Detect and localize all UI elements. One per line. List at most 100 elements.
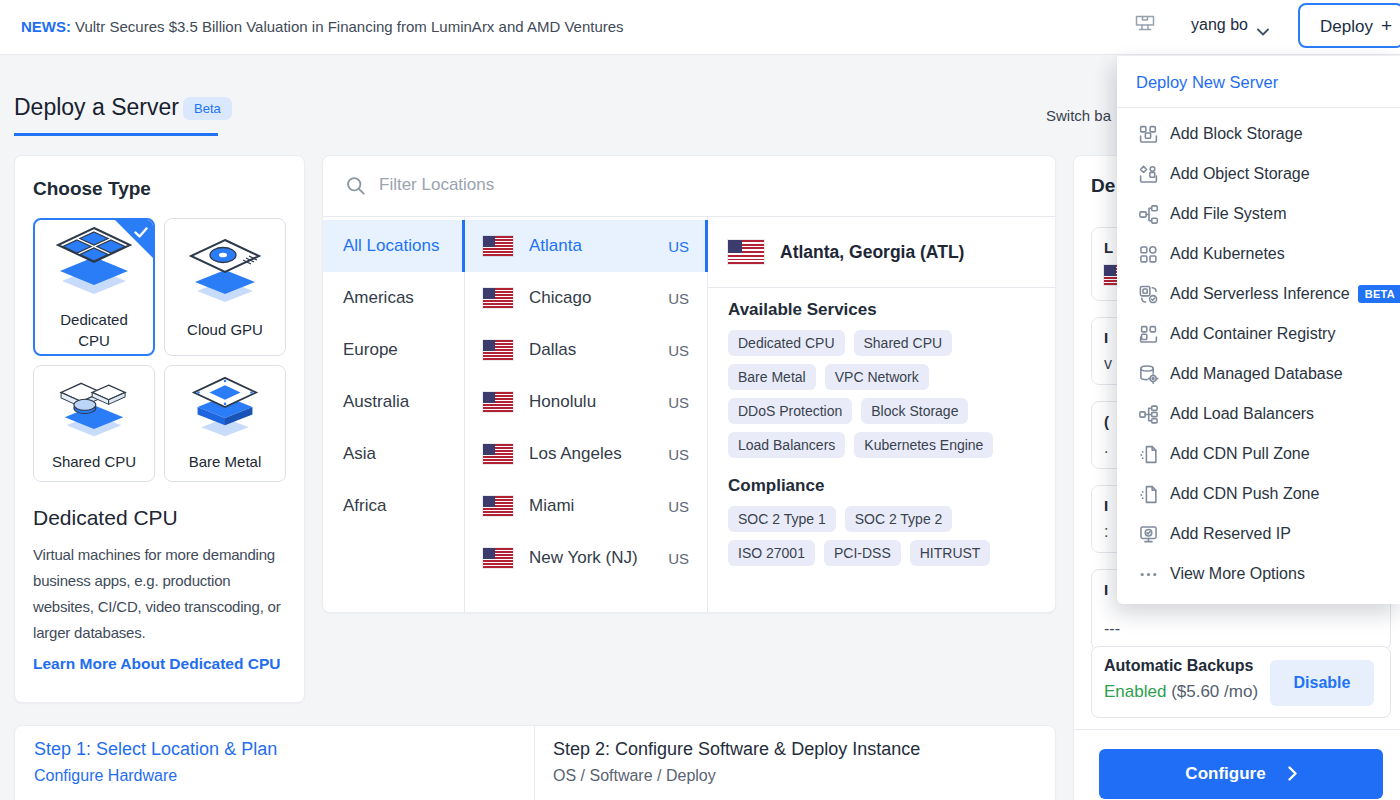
divider bbox=[1074, 729, 1400, 730]
region-item[interactable]: All Locations bbox=[323, 220, 464, 272]
available-services-heading: Available Services bbox=[728, 300, 1037, 320]
serverless-inference-icon bbox=[1136, 282, 1160, 306]
menu-item[interactable]: Add Block Storage bbox=[1117, 114, 1400, 154]
locations-panel: Filter Locations All LocationsAmericasEu… bbox=[322, 155, 1056, 613]
service-chip: Bare Metal bbox=[728, 364, 816, 390]
service-chip: Block Storage bbox=[861, 398, 968, 424]
bare-metal-icon bbox=[181, 376, 269, 444]
menu-item[interactable]: Add CDN Push Zone bbox=[1117, 474, 1400, 514]
chevron-down-icon[interactable] bbox=[1257, 22, 1269, 40]
billing-icon[interactable] bbox=[1133, 12, 1157, 40]
top-bar: NEWS: Vultr Secures $3.5 Billion Valuati… bbox=[0, 0, 1400, 55]
location-detail-header: Atlanta, Georgia (ATL) bbox=[708, 217, 1056, 288]
compliance-chip: ISO 27001 bbox=[728, 540, 815, 566]
news-headline[interactable]: Vultr Secures $3.5 Billion Valuation in … bbox=[75, 18, 624, 35]
deploy-menu-items: Add Block Storage Add Object Storage Add… bbox=[1117, 108, 1400, 594]
compliance-chip: HITRUST bbox=[910, 540, 991, 566]
menu-item[interactable]: Add Serverless Inference BETA bbox=[1117, 274, 1400, 314]
step-1-tab[interactable]: Step 1: Select Location & Plan Configure… bbox=[34, 739, 277, 785]
city-item[interactable]: New York (NJ)US bbox=[465, 532, 707, 584]
title-underline bbox=[14, 133, 218, 136]
cdn-pull-zone-icon bbox=[1136, 442, 1160, 466]
service-chip: Load Balancers bbox=[728, 432, 845, 458]
filter-locations-placeholder: Filter Locations bbox=[379, 175, 494, 195]
beta-badge: Beta bbox=[183, 97, 232, 120]
menu-item[interactable]: Add CDN Pull Zone bbox=[1117, 434, 1400, 474]
location-title: Atlanta, Georgia (ATL) bbox=[780, 242, 964, 263]
step-2-tab[interactable]: Step 2: Configure Software & Deploy Inst… bbox=[553, 739, 920, 785]
city-item[interactable]: ChicagoUS bbox=[465, 272, 707, 324]
user-menu[interactable]: yang bo bbox=[1191, 16, 1248, 34]
region-item[interactable]: Asia bbox=[323, 428, 464, 480]
type-card-shared-cpu[interactable]: Shared CPU bbox=[33, 365, 155, 482]
type-card-dedicated-cpu[interactable]: Dedicated CPU bbox=[33, 218, 155, 356]
service-chip: Kubernetes Engine bbox=[854, 432, 993, 458]
steps-bar: Step 1: Select Location & Plan Configure… bbox=[14, 725, 1056, 800]
menu-item[interactable]: Add Kubernetes bbox=[1117, 234, 1400, 274]
type-label: Shared CPU bbox=[52, 451, 136, 472]
compliance-heading: Compliance bbox=[728, 476, 1037, 496]
services-chips: Dedicated CPU Shared CPU Bare Metal VPC Net… bbox=[728, 330, 1037, 466]
load-balancers-icon bbox=[1136, 402, 1160, 426]
us-flag-icon bbox=[483, 496, 513, 516]
service-chip: Dedicated CPU bbox=[728, 330, 845, 356]
compliance-chip: SOC 2 Type 2 bbox=[845, 506, 953, 532]
city-item[interactable]: DallasUS bbox=[465, 324, 707, 376]
container-registry-icon bbox=[1136, 322, 1160, 346]
us-flag-icon bbox=[483, 444, 513, 464]
compliance-chips: SOC 2 Type 1SOC 2 Type 2ISO 27001PCI-DSS… bbox=[728, 506, 1037, 574]
menu-item[interactable]: Add Object Storage bbox=[1117, 154, 1400, 194]
type-card-cloud-gpu[interactable]: Cloud GPU bbox=[164, 218, 286, 356]
filter-locations-field[interactable]: Filter Locations bbox=[323, 156, 1055, 217]
type-label: Dedicated CPU bbox=[47, 309, 141, 351]
us-flag-icon bbox=[483, 392, 513, 412]
cloud-gpu-icon bbox=[181, 234, 269, 312]
page-title: Deploy a Server bbox=[14, 94, 179, 121]
service-chip: VPC Network bbox=[825, 364, 929, 390]
region-item[interactable]: Africa bbox=[323, 480, 464, 532]
deploy-dropdown-menu: Deploy New Server Add Block Storage Add … bbox=[1117, 56, 1400, 604]
menu-item[interactable]: Add Reserved IP bbox=[1117, 514, 1400, 554]
deploy-server-page: NEWS: Vultr Secures $3.5 Billion Valuati… bbox=[0, 0, 1400, 800]
plus-icon: + bbox=[1381, 15, 1392, 36]
service-chip: Shared CPU bbox=[854, 330, 953, 356]
menu-item[interactable]: Add Managed Database bbox=[1117, 354, 1400, 394]
type-label: Cloud GPU bbox=[187, 319, 263, 340]
object-storage-icon bbox=[1136, 162, 1160, 186]
beta-badge: BETA bbox=[1358, 285, 1400, 303]
menu-item-deploy-new-server[interactable]: Deploy New Server bbox=[1117, 56, 1400, 108]
backups-status: Enabled bbox=[1104, 682, 1166, 701]
configure-button[interactable]: Configure bbox=[1099, 749, 1383, 799]
city-item[interactable]: MiamiUS bbox=[465, 480, 707, 532]
menu-item[interactable]: Add Load Balancers bbox=[1117, 394, 1400, 434]
us-flag-icon bbox=[483, 236, 513, 256]
type-label: Bare Metal bbox=[189, 451, 262, 472]
compliance-chip: PCI-DSS bbox=[824, 540, 901, 566]
type-detail-heading: Dedicated CPU bbox=[33, 506, 286, 530]
cities-list: AtlantaUSChicagoUSDallasUSHonoluluUSLos … bbox=[465, 217, 708, 613]
menu-item[interactable]: View More Options bbox=[1117, 554, 1400, 594]
type-grid: Dedicated CPU Cloud GPU Shared CPU Bare … bbox=[33, 218, 286, 482]
us-flag-icon bbox=[483, 548, 513, 568]
menu-item[interactable]: Add File System bbox=[1117, 194, 1400, 234]
us-flag-icon bbox=[483, 340, 513, 360]
backups-price: ($5.60 /mo) bbox=[1171, 682, 1258, 701]
cdn-push-zone-icon bbox=[1136, 482, 1160, 506]
city-item[interactable]: Los AngelesUS bbox=[465, 428, 707, 480]
choose-type-heading: Choose Type bbox=[33, 178, 286, 200]
location-detail: Atlanta, Georgia (ATL) Available Service… bbox=[708, 217, 1056, 613]
region-item[interactable]: Australia bbox=[323, 376, 464, 428]
city-item[interactable]: AtlantaUS bbox=[465, 220, 707, 272]
reserved-ip-icon bbox=[1136, 522, 1160, 546]
managed-database-icon bbox=[1136, 362, 1160, 386]
switch-back-link[interactable]: Switch ba bbox=[1046, 107, 1126, 124]
menu-item[interactable]: Add Container Registry bbox=[1117, 314, 1400, 354]
shared-cpu-icon bbox=[50, 376, 138, 444]
region-item[interactable]: Europe bbox=[323, 324, 464, 376]
deploy-button[interactable]: Deploy+ bbox=[1298, 3, 1400, 48]
city-item[interactable]: HonoluluUS bbox=[465, 376, 707, 428]
region-item[interactable]: Americas bbox=[323, 272, 464, 324]
disable-backups-button[interactable]: Disable bbox=[1270, 660, 1374, 706]
type-card-bare-metal[interactable]: Bare Metal bbox=[164, 365, 286, 482]
learn-more-link[interactable]: Learn More About Dedicated CPU bbox=[33, 655, 280, 673]
